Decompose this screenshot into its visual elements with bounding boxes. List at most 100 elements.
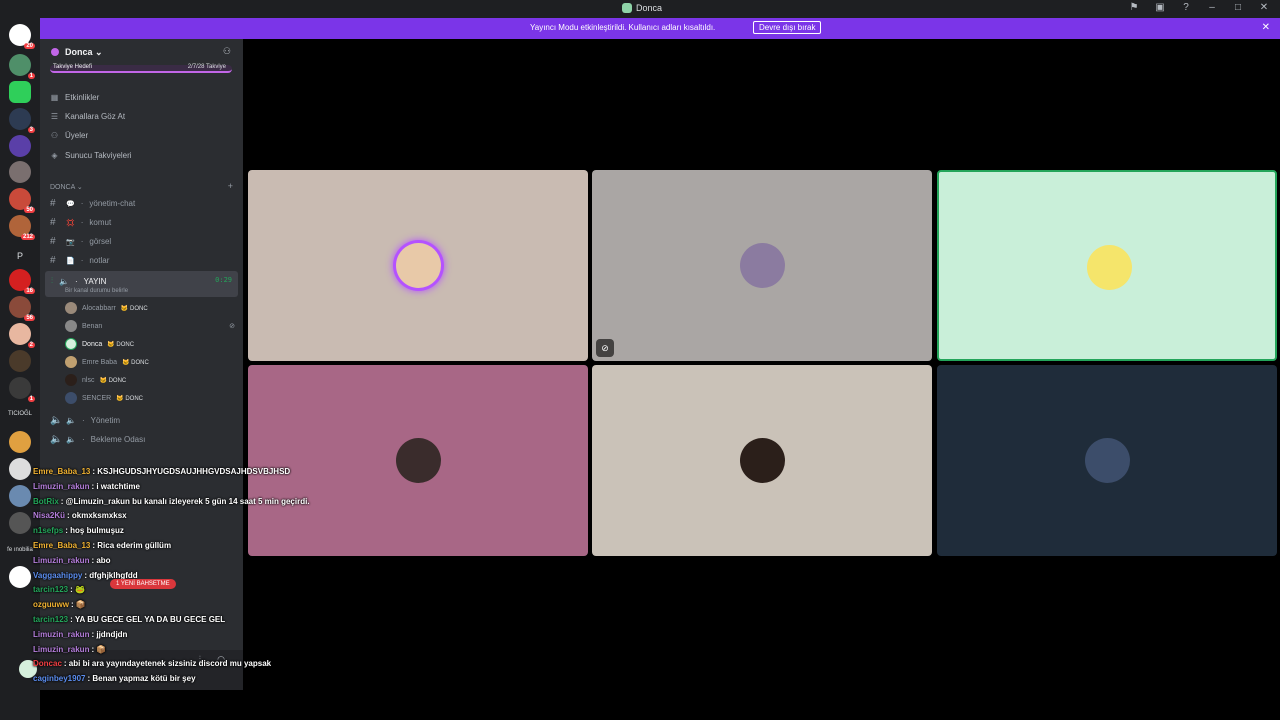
voice-activity-icon: ⫶ — [51, 276, 53, 285]
minimize-icon[interactable]: – — [1204, 2, 1220, 13]
speaker-icon: 🔈 — [66, 435, 76, 444]
server-icon[interactable]: 1 — [9, 377, 35, 402]
video-tile[interactable] — [937, 365, 1277, 556]
channel-status-input[interactable]: Bir kanal durumu belirle — [65, 288, 128, 294]
voice-user[interactable]: Donca 🐱 DONC — [65, 338, 134, 350]
create-channel-icon[interactable]: + — [228, 181, 233, 191]
voice-channel-yonetim[interactable]: 🔈 🔈 · Yönetim — [50, 415, 120, 426]
role-tag: 🐱 DONC — [107, 341, 135, 348]
server-badge: 16 — [24, 288, 35, 294]
inbox-flag-icon[interactable]: ⚑ — [1126, 2, 1142, 13]
chat-username: Emre_Baba_13 — [33, 541, 91, 550]
server-icon[interactable] — [9, 485, 31, 507]
chat-message: Limuzin_rakun: i watchtime — [33, 482, 140, 491]
server-text-icon[interactable]: fe ınobilia — [4, 547, 36, 553]
server-badge: 212 — [20, 234, 35, 240]
channel-yonetim-chat[interactable]: # 💬 · yönetim-chat — [50, 198, 135, 209]
avatar — [65, 392, 77, 404]
voice-channel-yayin[interactable]: ⫶ 🔈 · YAYIN 0:29 Bir kanal durumu belirle — [45, 271, 238, 297]
window-icon[interactable]: ▣ — [1152, 2, 1168, 13]
video-tile[interactable]: ⊘ — [592, 170, 932, 361]
server-icon[interactable] — [9, 161, 31, 183]
chat-username: Emre_Baba_13 — [33, 467, 91, 476]
close-banner-icon[interactable]: ✕ — [1262, 22, 1270, 33]
chat-username: n1sefps — [33, 526, 64, 536]
disable-streamer-mode-button[interactable]: Devre dışı bırak — [753, 21, 822, 34]
channel-notlar[interactable]: # 📄 · notlar — [50, 255, 109, 266]
chat-message: caginbey1907: Benan yapmaz kötü bir şey — [33, 674, 196, 683]
server-icon[interactable]: 50 — [9, 188, 35, 213]
server-icon[interactable] — [9, 566, 31, 588]
user-panel: ⫶ ◠ — [19, 650, 243, 690]
video-tile[interactable] — [592, 365, 932, 556]
speaker-icon: 🔈 — [50, 415, 63, 426]
chat-username: Limuzin_rakun — [33, 555, 90, 565]
chat-username: Limuzin_rakun — [33, 644, 90, 654]
server-badge: 2 — [27, 342, 35, 348]
chat-message: Limuzin_rakun: jjdndjdn — [33, 630, 127, 639]
server-icon[interactable]: 1 — [9, 54, 35, 79]
server-icon[interactable] — [9, 135, 31, 157]
chat-username: Nisa2Kü — [33, 511, 66, 521]
server-icon[interactable]: 3 — [9, 108, 35, 133]
server-icon[interactable]: 56 — [9, 296, 35, 321]
video-tile[interactable] — [248, 170, 588, 361]
video-tile[interactable] — [937, 170, 1277, 361]
chat-text: : YA BU GECE GEL YA DA BU GECE GEL — [70, 615, 226, 624]
voice-user[interactable]: Emre Baba 🐱 DONC — [65, 356, 149, 368]
category-header[interactable]: DONCA ⌄ — [50, 183, 83, 191]
new-mentions-badge[interactable]: 1 YENİ BAHSETME — [110, 579, 176, 589]
help-icon[interactable]: ? — [1178, 2, 1194, 13]
server-text-icon[interactable]: TICIOĞL — [4, 411, 36, 417]
server-icon[interactable]: 16 — [9, 269, 35, 294]
server-icon[interactable] — [9, 350, 31, 372]
participant-avatar — [1087, 245, 1132, 290]
maximize-icon[interactable]: □ — [1230, 2, 1246, 13]
avatar — [65, 374, 77, 386]
server-badge-icon — [51, 48, 59, 56]
voice-user[interactable]: Benan ⊘ — [65, 320, 235, 332]
server-badge: 1 — [27, 73, 35, 79]
server-text-icon[interactable]: P — [4, 251, 36, 261]
server-header[interactable]: Donca ⌄ ⚇ — [40, 39, 243, 65]
chat-message: tarcin123: YA BU GECE GEL YA DA BU GECE … — [33, 615, 225, 624]
speaker-icon: 🔈 — [50, 434, 63, 445]
nav-browse-channels[interactable]: ☰ Kanallara Göz At — [50, 112, 125, 121]
voice-user[interactable]: SENCER 🐱 DONC — [65, 392, 143, 404]
voice-user[interactable]: Alocabbarr 🐱 DONC — [65, 302, 148, 314]
channel-gorsel[interactable]: # 📷 · görsel — [50, 236, 111, 247]
chat-text: : Benan yapmaz kötü bir şey — [87, 674, 196, 684]
server-icon[interactable] — [9, 512, 31, 534]
channel-komut[interactable]: # 💢 · komut — [50, 217, 111, 228]
boost-progress-bar[interactable]: Takviye Hedefi 2/7/28 Takviye — [50, 64, 232, 73]
nav-events[interactable]: ▦ Etkinlikler — [50, 93, 100, 102]
server-icon[interactable] — [9, 81, 31, 103]
server-icon[interactable] — [9, 458, 31, 480]
chat-text: : @Limuzin_rakun bu kanalı izleyerek 5 g… — [60, 496, 310, 506]
avatar — [65, 338, 77, 350]
nav-server-boosts[interactable]: ◈ Sunucu Takviyeleri — [50, 151, 131, 160]
avatar — [65, 320, 77, 332]
nav-members[interactable]: ⚇ Üyeler — [50, 131, 88, 140]
avatar — [65, 302, 77, 314]
chat-message: Limuzin_rakun: abo — [33, 556, 111, 565]
boost-goal-label: Takviye Hedefi — [53, 64, 93, 70]
hash-icon: # — [50, 217, 56, 228]
server-icon[interactable]: 2 — [9, 323, 35, 348]
server-name[interactable]: Donca ⌄ — [65, 47, 103, 58]
server-icon[interactable] — [9, 431, 31, 453]
invite-people-icon[interactable]: ⚇ — [223, 46, 231, 57]
role-tag: 🐱 DONC — [116, 395, 143, 402]
server-badge: 3 — [27, 127, 35, 133]
chat-text: : 📦 — [71, 600, 86, 610]
voice-channel-bekleme[interactable]: 🔈 🔈 · Bekleme Odası — [50, 434, 145, 445]
participant-avatar — [396, 243, 441, 288]
home-button[interactable]: 20 — [9, 24, 35, 49]
close-icon[interactable]: ✕ — [1256, 2, 1272, 13]
voice-user[interactable]: nlsc 🐱 DONC — [65, 374, 126, 386]
list-icon: ☰ — [50, 112, 59, 121]
video-tile[interactable] — [248, 365, 588, 556]
chat-text: : 📦 — [91, 644, 107, 654]
chat-username: ozguuww — [33, 600, 69, 610]
server-icon[interactable]: 212 — [9, 215, 35, 240]
